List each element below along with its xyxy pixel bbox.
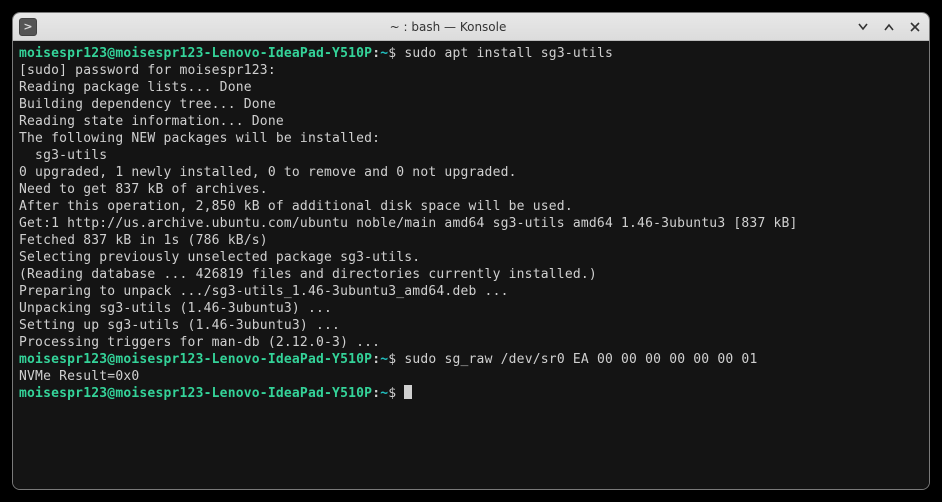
app-icon-glyph: > xyxy=(23,20,32,33)
prompt-symbol: $ xyxy=(388,386,396,401)
konsole-window: > ~ : bash — Konsole moisespr123@moisesp… xyxy=(12,12,930,490)
close-button[interactable] xyxy=(907,19,923,35)
prompt-colon: : xyxy=(372,46,380,61)
prompt-symbol: $ xyxy=(388,352,396,367)
cursor xyxy=(404,385,412,399)
output-block-2: NVMe Result=0x0 xyxy=(19,369,139,384)
prompt-colon: : xyxy=(372,352,380,367)
prompt-user-host: moisespr123@moisespr123-Lenovo-IdeaPad-Y… xyxy=(19,352,372,367)
terminal-area[interactable]: moisespr123@moisespr123-Lenovo-IdeaPad-Y… xyxy=(13,41,929,489)
prompt-symbol: $ xyxy=(388,46,396,61)
command-2: sudo sg_raw /dev/sr0 EA 00 00 00 00 00 0… xyxy=(404,352,757,367)
titlebar[interactable]: > ~ : bash — Konsole xyxy=(13,13,929,41)
window-title: ~ : bash — Konsole xyxy=(41,20,855,34)
output-block-1: [sudo] password for moisespr123: Reading… xyxy=(19,63,798,350)
app-icon: > xyxy=(19,18,37,36)
maximize-button[interactable] xyxy=(881,19,897,35)
minimize-button[interactable] xyxy=(855,19,871,35)
command-1: sudo apt install sg3-utils xyxy=(404,46,613,61)
prompt-user-host: moisespr123@moisespr123-Lenovo-IdeaPad-Y… xyxy=(19,46,372,61)
window-controls xyxy=(855,19,923,35)
prompt-user-host: moisespr123@moisespr123-Lenovo-IdeaPad-Y… xyxy=(19,386,372,401)
prompt-colon: : xyxy=(372,386,380,401)
